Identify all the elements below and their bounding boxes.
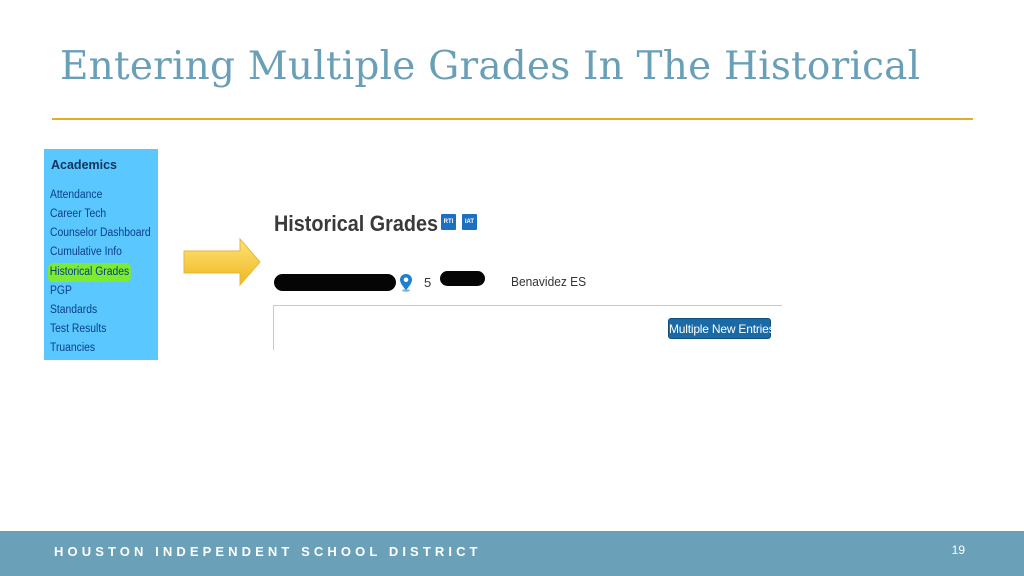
- sidebar-item-standards[interactable]: Standards: [50, 301, 151, 320]
- rti-badge[interactable]: RTI: [441, 214, 456, 230]
- sidebar-item-career-tech[interactable]: Career Tech: [50, 205, 151, 224]
- title-divider: [52, 118, 973, 120]
- school-name: Benavidez ES: [511, 274, 587, 289]
- sidebar-item-historical-grades[interactable]: Historical Grades: [48, 263, 131, 282]
- iat-badge[interactable]: IAT: [462, 214, 477, 230]
- sidebar-item-test-results[interactable]: Test Results: [50, 320, 151, 339]
- sidebar-item-truancies[interactable]: Truancies: [50, 339, 151, 358]
- academics-sidebar: Academics Attendance Career Tech Counsel…: [44, 149, 158, 360]
- sidebar-item-cumulative-info[interactable]: Cumulative Info: [50, 243, 151, 262]
- sidebar-item-counselor-dashboard[interactable]: Counselor Dashboard: [50, 224, 151, 243]
- sidebar-item-pgp[interactable]: PGP: [50, 282, 151, 301]
- right-arrow-icon: [183, 237, 261, 287]
- sidebar-item-attendance[interactable]: Attendance: [50, 186, 151, 205]
- page-number: 19: [951, 543, 965, 557]
- map-pin-icon[interactable]: [399, 273, 413, 292]
- footer-bar: HOUSTON INDEPENDENT SCHOOL DISTRICT 19: [0, 531, 1024, 576]
- sidebar-heading: Academics: [51, 158, 118, 172]
- multiple-new-entries-button[interactable]: Multiple New Entries: [668, 318, 775, 339]
- redacted-student-name: [274, 274, 396, 291]
- panel-title: Historical Grades: [274, 211, 438, 236]
- slide-title: Entering Multiple Grades In The Historic…: [60, 44, 921, 89]
- district-name: HOUSTON INDEPENDENT SCHOOL DISTRICT: [54, 544, 482, 559]
- redacted-student-id: [440, 271, 485, 286]
- student-grade: 5: [424, 275, 432, 290]
- sidebar-menu: Attendance Career Tech Counselor Dashboa…: [48, 186, 162, 358]
